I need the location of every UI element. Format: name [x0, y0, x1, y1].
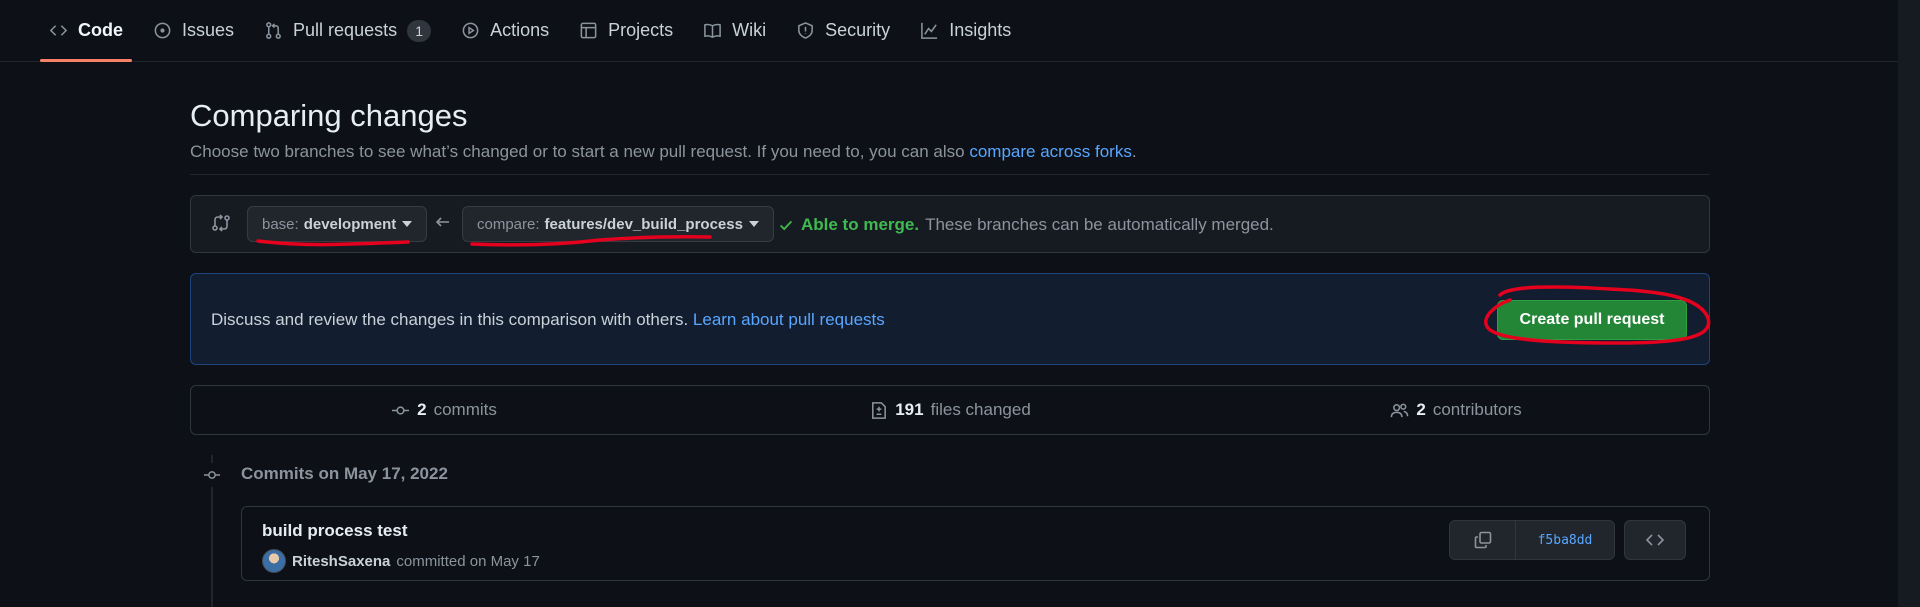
contributors-count: 2	[1416, 400, 1426, 419]
commit-title-link[interactable]: build process test	[262, 521, 407, 541]
tab-label: Wiki	[732, 20, 767, 40]
timeline-badge	[200, 463, 224, 487]
commit-sha-button-group: f5ba8dd	[1449, 520, 1615, 560]
commits-label: commits	[433, 400, 497, 419]
tab-code[interactable]: Code	[40, 0, 132, 62]
tab-security[interactable]: Security	[787, 0, 899, 62]
subtitle-end: .	[1131, 142, 1137, 161]
base-branch-select[interactable]: base: development	[247, 206, 428, 242]
people-icon	[1391, 403, 1409, 417]
merge-status-text: These branches can be automatically merg…	[925, 215, 1274, 234]
tab-actions[interactable]: Actions	[452, 0, 558, 62]
compare-branch-name: features/dev_build_process	[544, 215, 743, 233]
issue-opened-icon	[154, 22, 171, 39]
files-count: 191	[895, 400, 924, 419]
git-commit-icon	[203, 471, 221, 479]
range-editor: base: development compare: features/dev_…	[190, 195, 1710, 253]
play-icon	[462, 22, 479, 39]
avatar[interactable]	[262, 549, 286, 573]
contributors-summary[interactable]: 2 contributors	[1203, 400, 1709, 420]
merge-status: Able to merge. These branches can be aut…	[777, 215, 1274, 235]
files-label: files changed	[930, 400, 1031, 419]
flash-text: Discuss and review the changes in this c…	[211, 310, 689, 329]
tab-wiki[interactable]: Wiki	[694, 0, 775, 62]
commit-sha-link[interactable]: f5ba8dd	[1516, 521, 1614, 559]
copy-icon	[1474, 531, 1491, 549]
table-icon	[580, 22, 597, 39]
graph-icon	[921, 22, 938, 39]
caret-down-icon	[748, 221, 759, 227]
page-subtitle: Choose two branches to see what’s change…	[190, 142, 1137, 162]
learn-about-pull-requests-link[interactable]: Learn about pull requests	[693, 310, 885, 329]
page-title: Comparing changes	[190, 98, 468, 133]
tab-label: Actions	[490, 20, 550, 40]
browse-repository-button[interactable]	[1624, 520, 1686, 560]
commits-date-heading: Commits on May 17, 2022	[241, 464, 448, 483]
tab-label: Projects	[608, 20, 674, 40]
contributors-label: contributors	[1432, 400, 1522, 419]
pull-request-counter: 1	[407, 19, 432, 42]
tab-issues[interactable]: Issues	[144, 0, 243, 62]
tab-insights[interactable]: Insights	[911, 0, 1020, 62]
commit-item: build process test RiteshSaxena committe…	[241, 506, 1710, 581]
discuss-flash: Discuss and review the changes in this c…	[190, 273, 1710, 365]
tab-label: Security	[825, 20, 891, 40]
compare-prefix: compare:	[477, 215, 540, 233]
tab-label: Pull requests	[293, 20, 398, 40]
tab-projects[interactable]: Projects	[570, 0, 682, 62]
repo-tab-bar: Code Issues Pull requests 1 Actions Proj…	[0, 0, 1898, 62]
git-compare-icon[interactable]	[211, 213, 231, 233]
overview-summary: 2 commits 191 files changed 2 contributo…	[190, 385, 1710, 435]
code-icon	[49, 25, 68, 36]
commits-summary[interactable]: 2 commits	[191, 400, 697, 420]
create-pull-request-button[interactable]: Create pull request	[1497, 300, 1687, 340]
code-icon	[1645, 534, 1665, 546]
file-diff-icon	[872, 401, 887, 419]
commit-meta: RiteshSaxena committed on May 17	[262, 549, 540, 573]
merge-ok-label: Able to merge.	[801, 215, 920, 234]
divider	[190, 174, 1710, 175]
arrow-left-icon	[435, 217, 449, 227]
commit-date-text: committed on May 17	[396, 552, 540, 570]
compare-branch-select[interactable]: compare: features/dev_build_process	[462, 206, 774, 242]
compare-across-forks-link[interactable]: compare across forks	[969, 142, 1132, 161]
window-scrollbar[interactable]	[1898, 0, 1920, 607]
commits-count: 2	[417, 400, 427, 419]
check-icon	[779, 220, 793, 231]
tab-label: Issues	[182, 20, 235, 40]
base-branch-name: development	[303, 215, 397, 233]
git-commit-icon	[392, 405, 410, 415]
files-changed-summary[interactable]: 191 files changed	[697, 400, 1203, 420]
book-icon	[704, 23, 722, 38]
tab-label: Code	[78, 20, 123, 40]
flash-message: Discuss and review the changes in this c…	[211, 310, 885, 330]
git-pull-request-icon	[266, 22, 281, 39]
tab-pull-requests[interactable]: Pull requests 1	[255, 0, 440, 62]
copy-sha-button[interactable]	[1450, 521, 1516, 559]
shield-icon	[798, 22, 814, 39]
tab-label: Insights	[949, 20, 1012, 40]
base-prefix: base:	[262, 215, 299, 233]
subtitle-text: Choose two branches to see what’s change…	[190, 142, 965, 161]
commit-author-link[interactable]: RiteshSaxena	[292, 553, 390, 570]
caret-down-icon	[402, 221, 413, 227]
